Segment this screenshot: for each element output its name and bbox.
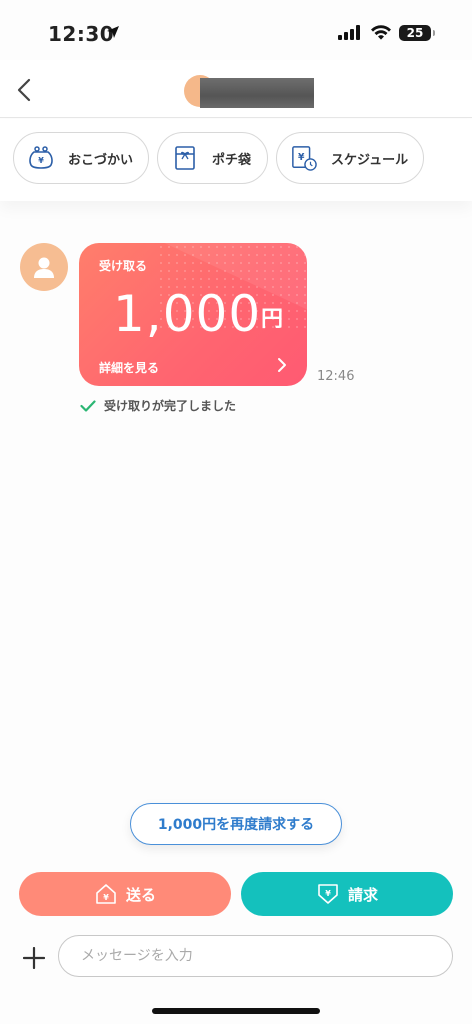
- card-receive-label: 受け取る: [99, 259, 148, 273]
- plus-icon: [23, 947, 45, 969]
- card-detail-link[interactable]: 詳細を見る: [99, 359, 159, 376]
- money-transfer-card[interactable]: 受け取る 1,000 円 詳細を見る: [79, 243, 307, 386]
- chat-area: 受け取る 1,000 円 詳細を見る 12:46 受け取りが完了しました: [0, 201, 472, 801]
- quick-actions-bar: ¥ おこづかい ポチ袋 ¥ スケジュール: [0, 119, 472, 201]
- send-money-button[interactable]: ¥ 送る: [19, 872, 231, 916]
- svg-text:¥: ¥: [298, 152, 305, 163]
- nav-bar: [0, 60, 472, 118]
- received-status-text: 受け取りが完了しました: [104, 399, 237, 413]
- allowance-button[interactable]: ¥ おこづかい: [13, 132, 149, 184]
- redacted-contact-name: [200, 78, 314, 108]
- signal-icon: [338, 25, 362, 44]
- message-timestamp: 12:46: [317, 369, 355, 384]
- location-arrow-icon: [106, 24, 120, 43]
- back-button[interactable]: [10, 74, 38, 106]
- chevron-left-icon: [17, 78, 31, 102]
- card-currency: 円: [261, 307, 284, 332]
- received-status: 受け取りが完了しました: [80, 397, 236, 414]
- yen-schedule-icon: ¥: [291, 145, 317, 171]
- rerequest-button[interactable]: 1,000円を再度請求する: [130, 803, 342, 845]
- request-label: 請求: [347, 885, 378, 904]
- check-icon: [80, 399, 96, 412]
- status-bar: 12:30 25: [0, 0, 472, 60]
- gift-envelope-label: ポチ袋: [212, 152, 252, 168]
- attach-plus-button[interactable]: [20, 944, 48, 972]
- message-input[interactable]: [58, 935, 453, 977]
- house-yen-icon: ¥: [96, 884, 116, 904]
- person-icon: [34, 257, 54, 278]
- svg-text:¥: ¥: [103, 893, 109, 902]
- status-time: 12:30: [48, 22, 115, 46]
- gift-envelope-button[interactable]: ポチ袋: [157, 132, 268, 184]
- card-amount: 1,000: [113, 285, 262, 343]
- allowance-label: おこづかい: [68, 152, 134, 168]
- schedule-label: スケジュール: [331, 152, 409, 168]
- sender-avatar[interactable]: [20, 243, 68, 291]
- svg-text:¥: ¥: [325, 889, 331, 898]
- home-indicator: [152, 1008, 320, 1014]
- shield-yen-icon: ¥: [318, 884, 338, 904]
- wifi-icon: [370, 24, 392, 44]
- battery-icon: 25: [399, 25, 435, 41]
- chevron-right-icon: [277, 357, 287, 377]
- svg-text:¥: ¥: [38, 156, 44, 165]
- send-label: 送る: [125, 885, 156, 904]
- gift-envelope-icon: [172, 145, 198, 171]
- coin-purse-icon: ¥: [28, 145, 54, 171]
- schedule-button[interactable]: ¥ スケジュール: [276, 132, 424, 184]
- request-money-button[interactable]: ¥ 請求: [241, 872, 453, 916]
